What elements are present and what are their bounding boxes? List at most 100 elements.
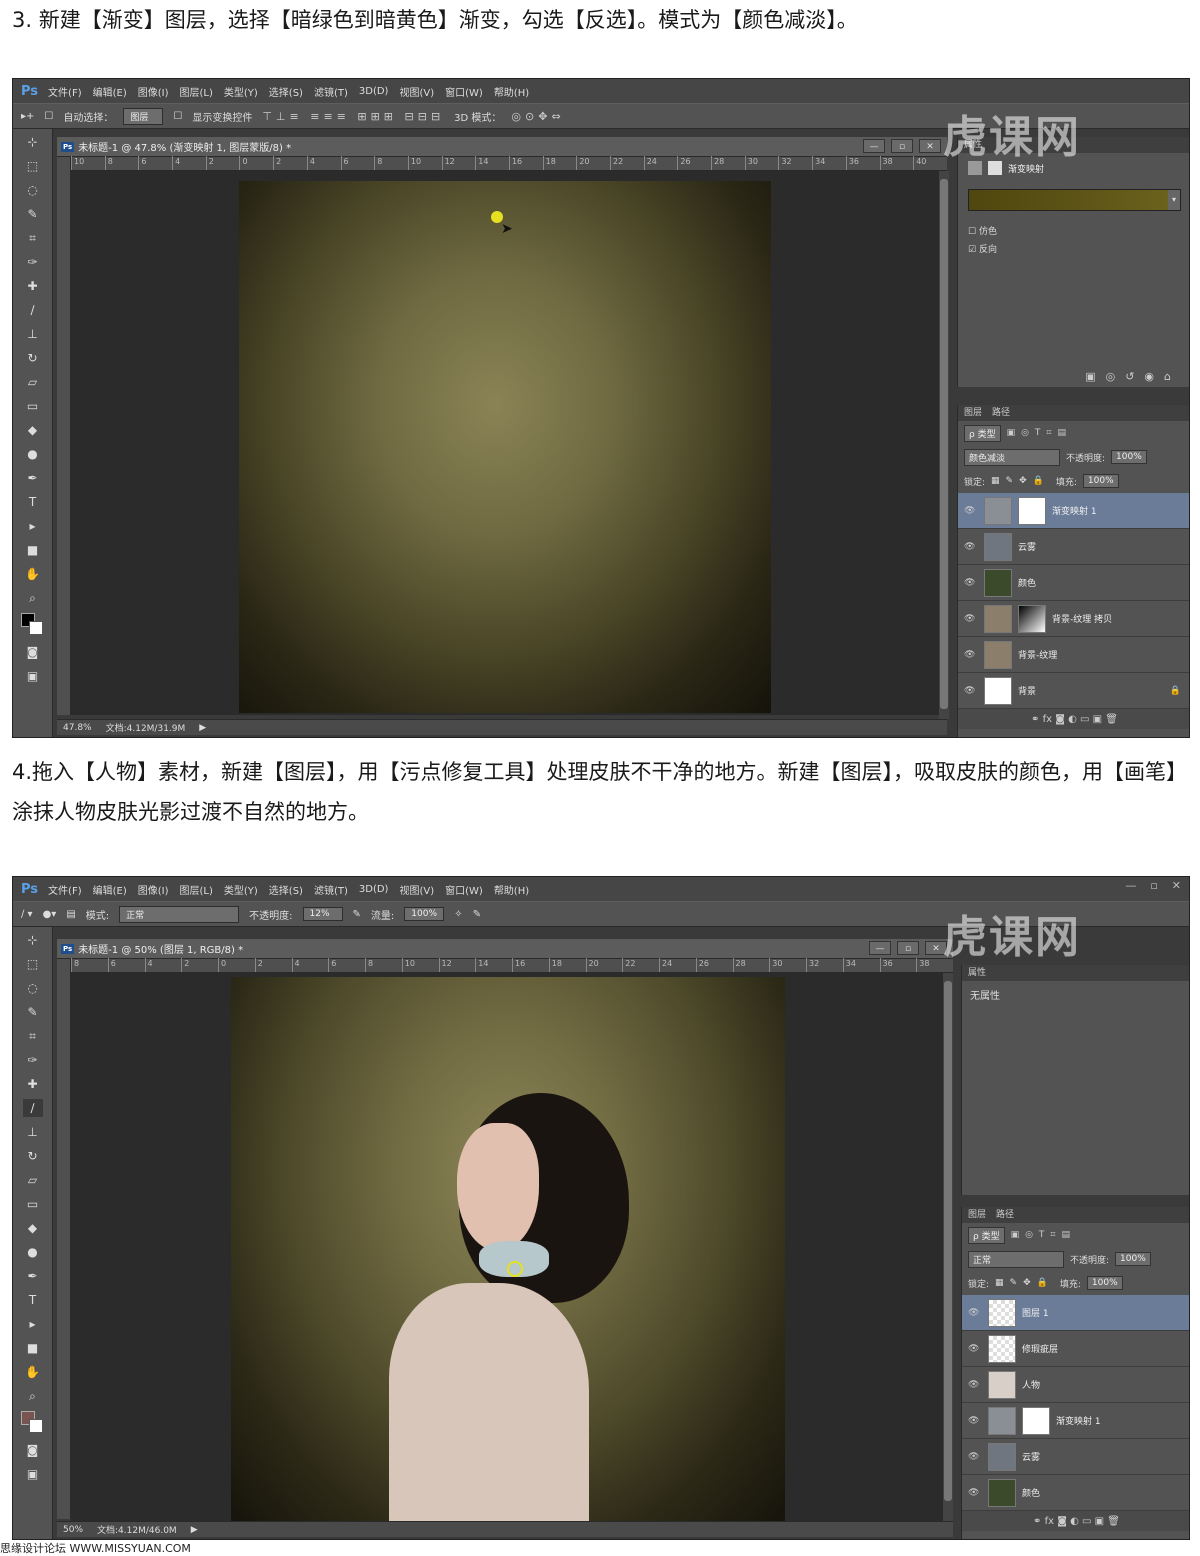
stamp-icon[interactable]: ⊥ — [23, 1123, 43, 1141]
zoom-icon[interactable]: ⌕ — [23, 1387, 43, 1405]
menu-item[interactable]: 窗口(W) — [445, 882, 483, 897]
quick-select-icon[interactable]: ✎ — [23, 1003, 43, 1021]
menu-item[interactable]: 视图(V) — [399, 84, 434, 99]
close-icon[interactable]: ✕ — [1172, 879, 1181, 892]
crop-icon[interactable]: ⌗ — [23, 229, 43, 247]
eye-icon[interactable]: 👁 — [964, 650, 978, 660]
opacity-field[interactable]: 100% — [1111, 450, 1147, 464]
reverse-row[interactable]: ☑ 反向 — [968, 241, 1181, 259]
align-icons[interactable]: ⊤⊥≡ ≡≡≡ ⊞⊞⊞ ⊟⊟⊟ — [262, 110, 444, 123]
eye-icon[interactable]: 👁 — [968, 1452, 982, 1462]
gradient-picker[interactable]: ▾ — [968, 189, 1181, 211]
color-swatches[interactable] — [20, 613, 45, 637]
menu-item[interactable]: 图像(I) — [138, 84, 169, 99]
opacity-field[interactable]: 100% — [1115, 1252, 1151, 1266]
menu-item[interactable]: 帮助(H) — [494, 84, 529, 99]
layers-footer-icons[interactable]: ⚭ fx ◙ ◐ ▭ ▣ 🗑 — [958, 709, 1189, 729]
chevron-down-icon[interactable]: ▾ — [1168, 190, 1180, 210]
close-icon[interactable]: ✕ — [919, 139, 941, 153]
history-brush-icon[interactable]: ↻ — [23, 349, 43, 367]
lock-icons[interactable]: ▦✎✥🔒 — [991, 476, 1050, 486]
eraser-icon[interactable]: ▱ — [23, 1171, 43, 1189]
filter-icons[interactable]: ▣◎T⌗▤ — [1007, 428, 1072, 438]
3d-icons[interactable]: ◎⊙✥⇔ — [511, 110, 564, 123]
minimize-icon[interactable]: — — [863, 139, 885, 153]
layers-footer-icons[interactable]: ⚭ fx ◙ ◐ ▭ ▣ 🗑 — [962, 1511, 1189, 1531]
restore-icon[interactable]: ▫ — [891, 139, 913, 153]
pen-icon[interactable]: ✒ — [23, 1267, 43, 1285]
eyedropper-icon[interactable]: ✑ — [23, 1051, 43, 1069]
document-tab[interactable]: Ps 未标题-1 @ 47.8% (渐变映射 1, 图层蒙版/8) * — ▫ ✕ — [57, 137, 947, 157]
path-select-icon[interactable]: ▸ — [23, 517, 43, 535]
layer-filter[interactable]: ρ 类型 — [968, 1226, 1005, 1244]
dodge-icon[interactable]: ● — [23, 445, 43, 463]
blend-mode-select[interactable]: 颜色减淡 — [964, 448, 1060, 466]
gradient-icon[interactable]: ▭ — [23, 397, 43, 415]
eyedropper-icon[interactable]: ✑ — [23, 253, 43, 271]
layer-row[interactable]: 👁 渐变映射 1 — [962, 1403, 1189, 1439]
brush-preset-icon[interactable]: ●▾ — [43, 909, 57, 920]
menu-item[interactable]: 图像(I) — [138, 882, 169, 897]
move-icon[interactable]: ⊹ — [23, 133, 43, 151]
canvas-area[interactable]: ➤ — [71, 171, 947, 715]
layer-row[interactable]: 👁 云雾 — [958, 529, 1189, 565]
eye-icon[interactable]: 👁 — [964, 506, 978, 516]
eye-icon[interactable]: 👁 — [964, 578, 978, 588]
shape-icon[interactable]: ■ — [23, 541, 43, 559]
lasso-icon[interactable]: ◌ — [23, 181, 43, 199]
eye-icon[interactable]: 👁 — [968, 1380, 982, 1390]
dither-row[interactable]: ☐ 仿色 — [968, 223, 1181, 241]
layer-row[interactable]: 👁 颜色 — [962, 1475, 1189, 1511]
layer-row[interactable]: 👁 修瑕疵层 — [962, 1331, 1189, 1367]
layer-row[interactable]: 👁 背景-纹理 拷贝 — [958, 601, 1189, 637]
auto-select-checkbox[interactable]: ☐ — [44, 111, 53, 122]
menu-item[interactable]: 类型(Y) — [224, 84, 258, 99]
restore-icon[interactable]: ▫ — [1150, 879, 1157, 892]
screen-mode-icon[interactable]: ▣ — [23, 1465, 43, 1483]
zoom-icon[interactable]: ⌕ — [23, 589, 43, 607]
pressure-size-icon[interactable]: ✎ — [473, 909, 481, 920]
screen-mode-icon[interactable]: ▣ — [23, 667, 43, 685]
layer-filter[interactable]: ρ 类型 — [964, 424, 1001, 442]
menu-item[interactable]: 图层(L) — [180, 882, 213, 897]
healing-icon[interactable]: ✚ — [23, 1075, 43, 1093]
auto-select-target[interactable]: 图层 — [123, 107, 164, 125]
lock-icons[interactable]: ▦✎✥🔒 — [995, 1278, 1054, 1288]
quick-select-icon[interactable]: ✎ — [23, 205, 43, 223]
menu-item[interactable]: 编辑(E) — [93, 84, 127, 99]
menu-item[interactable]: 文件(F) — [48, 882, 82, 897]
eye-icon[interactable]: 👁 — [964, 686, 978, 696]
shape-icon[interactable]: ■ — [23, 1339, 43, 1357]
hand-icon[interactable]: ✋ — [23, 565, 43, 583]
show-transform-checkbox[interactable]: ☐ — [173, 111, 182, 122]
brush-tool-icon[interactable]: ∕ ▾ — [21, 909, 33, 920]
eye-icon[interactable]: 👁 — [968, 1416, 982, 1426]
menu-item[interactable]: 滤镜(T) — [314, 84, 348, 99]
minimize-icon[interactable]: — — [869, 941, 891, 955]
layer-row[interactable]: 👁 图层 1 — [962, 1295, 1189, 1331]
history-brush-icon[interactable]: ↻ — [23, 1147, 43, 1165]
color-swatches[interactable] — [20, 1411, 45, 1435]
type-icon[interactable]: T — [23, 1291, 43, 1309]
layer-row[interactable]: 👁 颜色 — [958, 565, 1189, 601]
fill-field[interactable]: 100% — [1082, 474, 1119, 488]
layer-row[interactable]: 👁 背景-纹理 — [958, 637, 1189, 673]
opacity-field[interactable]: 12% — [302, 907, 343, 921]
pen-icon[interactable]: ✒ — [23, 469, 43, 487]
menu-item[interactable]: 3D(D) — [359, 86, 389, 97]
hand-icon[interactable]: ✋ — [23, 1363, 43, 1381]
gradient-icon[interactable]: ▭ — [23, 1195, 43, 1213]
menu-item[interactable]: 3D(D) — [359, 884, 389, 895]
healing-icon[interactable]: ✚ — [23, 277, 43, 295]
lasso-icon[interactable]: ◌ — [23, 979, 43, 997]
canvas-area[interactable] — [71, 973, 953, 1521]
minimize-icon[interactable]: — — [1125, 879, 1136, 892]
document-tab[interactable]: Ps 未标题-1 @ 50% (图层 1, RGB/8) * — ▫ ✕ — [57, 939, 953, 959]
menu-item[interactable]: 选择(S) — [269, 84, 303, 99]
status-arrow-icon[interactable]: ▶ — [191, 1525, 198, 1535]
layer-row[interactable]: 👁 背景 🔒 — [958, 673, 1189, 709]
tab-layers[interactable]: 图层 — [968, 1207, 986, 1223]
quick-mask-icon[interactable]: ◙ — [23, 643, 43, 661]
eye-icon[interactable]: 👁 — [968, 1344, 982, 1354]
stamp-icon[interactable]: ⊥ — [23, 325, 43, 343]
